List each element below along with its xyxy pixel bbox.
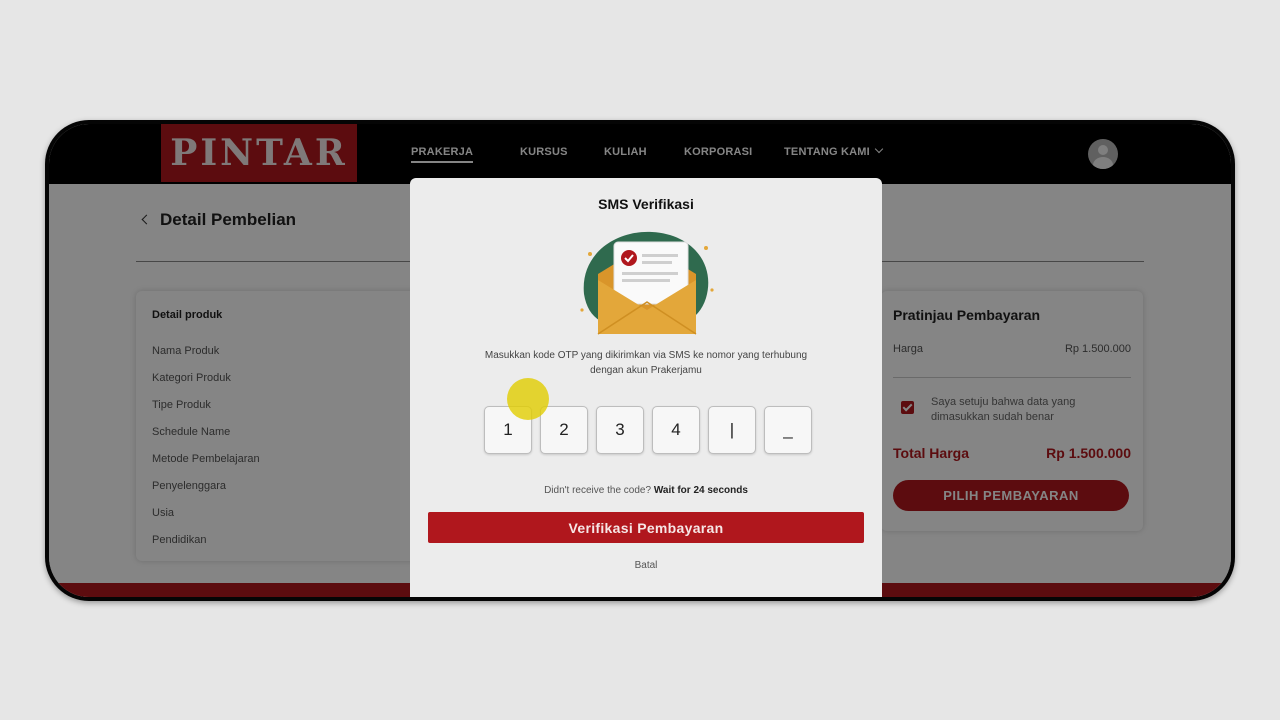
envelope-illustration [580, 231, 714, 335]
otp-digit-6[interactable]: _ [764, 406, 812, 454]
screen: PINTAR PRAKERJA KURSUS KULIAH KORPORASI … [49, 124, 1231, 597]
resend-countdown: Wait for 24 seconds [653, 485, 748, 496]
modal-title: SMS Verifikasi [598, 196, 694, 212]
otp-digit-4[interactable]: 4 [652, 406, 700, 454]
resend-prefix: Didn't receive the code? [544, 485, 652, 496]
click-highlight-cursor [507, 378, 549, 420]
sms-verification-modal: SMS Verifikasi Masukkan kode OTP yang di… [410, 178, 882, 597]
verify-payment-button[interactable]: Verifikasi Pembayaran [428, 512, 864, 543]
otp-digit-3[interactable]: 3 [596, 406, 644, 454]
cancel-link[interactable]: Batal [410, 560, 882, 571]
otp-instruction: Masukkan kode OTP yang dikirimkan via SM… [484, 350, 808, 376]
otp-digit-5[interactable]: | [708, 406, 756, 454]
otp-digit-2[interactable]: 2 [540, 406, 588, 454]
device-frame: PINTAR PRAKERJA KURSUS KULIAH KORPORASI … [45, 120, 1235, 601]
resend-info: Didn't receive the code? Wait for 24 sec… [410, 485, 882, 496]
